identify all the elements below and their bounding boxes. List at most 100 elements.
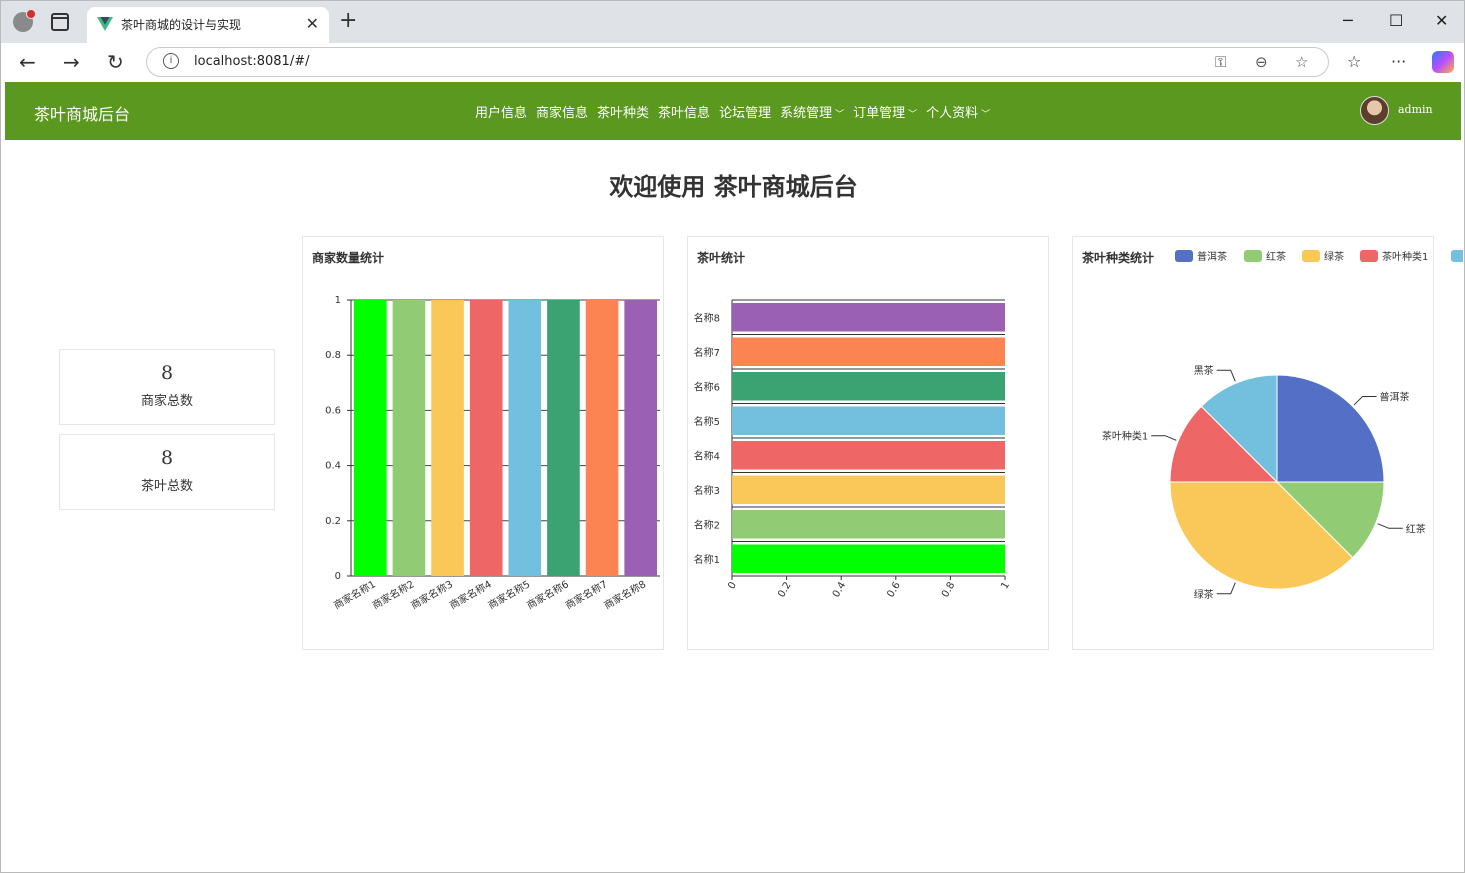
x-tick-label: 商家名称2: [370, 577, 417, 611]
bar: [354, 300, 387, 576]
bar: [624, 300, 657, 576]
back-icon[interactable]: ←: [19, 50, 36, 74]
minimize-icon[interactable]: ─: [1343, 11, 1353, 30]
nav-item-tea-categories[interactable]: 茶叶种类: [597, 102, 649, 121]
legend-label: 茶叶种类1: [1382, 250, 1428, 263]
bar: [469, 300, 503, 576]
new-tab-icon[interactable]: +: [339, 10, 357, 32]
profile-icon[interactable]: [13, 9, 36, 32]
nav-item-label: 订单管理: [853, 106, 906, 121]
bar: [508, 300, 542, 576]
y-tick-label: 1: [335, 295, 341, 306]
url-text[interactable]: localhost:8081/#/: [194, 54, 309, 69]
chart-title: 商家数量统计: [312, 251, 385, 265]
nav-item-orders[interactable]: 订单管理 ﹀: [853, 102, 917, 121]
pie-label-line: [1216, 369, 1236, 382]
tab-actions-icon[interactable]: [51, 13, 69, 31]
page-title: 欢迎使用 茶叶商城后台: [609, 173, 858, 201]
bar: [732, 510, 1005, 539]
y-tick-label: 名称7: [694, 346, 720, 359]
bar: [732, 544, 1005, 573]
username[interactable]: admin: [1398, 103, 1433, 116]
bar: [732, 441, 1005, 470]
pie-label-line: [1216, 582, 1236, 595]
x-tick-label: 商家名称6: [524, 577, 571, 611]
title-bar: 茶叶商城的设计与实现 ✕ + ─ ☐ ✕: [1, 1, 1464, 43]
pie-label: 黑茶: [1194, 364, 1214, 377]
nav-item-label: 商家信息: [536, 106, 589, 121]
y-tick-label: 名称8: [694, 311, 720, 324]
bar: [732, 406, 1005, 435]
refresh-icon[interactable]: ↻: [107, 50, 124, 74]
top-nav-menu: 用户信息 商家信息 茶叶种类 茶叶信息 论坛管理 系统管理 ﹀ 订单管理 ﹀ 个人资…: [475, 102, 999, 121]
bar: [732, 337, 1005, 366]
tea-category-chart-panel: 普洱茶红茶绿茶茶叶种类1黑茶普洱茶红茶绿茶茶叶种类1黑茶 茶叶种类统计: [1072, 236, 1463, 650]
x-tick-label: 0.2: [776, 580, 793, 599]
legend-swatch: [1451, 250, 1463, 262]
y-tick-label: 名称4: [694, 449, 720, 462]
stat-value: 8: [160, 447, 174, 469]
nav-item-system[interactable]: 系统管理 ﹀: [780, 102, 844, 121]
x-tick-label: 0: [726, 580, 739, 591]
merchant-count-chart: 00.20.40.60.81商家名称1商家名称2商家名称3商家名称4商家名称5商…: [325, 295, 660, 612]
nav-item-profile[interactable]: 个人资料 ﹀: [926, 102, 990, 121]
pie-label: 红茶: [1406, 522, 1426, 535]
x-tick-label: 商家名称5: [486, 577, 533, 611]
site-info-icon[interactable]: i: [163, 53, 179, 69]
maximize-icon[interactable]: ☐: [1389, 11, 1403, 30]
nav-item-label: 系统管理: [780, 106, 833, 121]
y-tick-label: 名称3: [694, 484, 720, 497]
chevron-down-icon: ﹀: [835, 110, 845, 120]
x-tick-label: 商家名称3: [408, 577, 455, 611]
y-tick-label: 名称6: [694, 380, 720, 393]
nav-item-users[interactable]: 用户信息: [475, 102, 527, 121]
chart-title: 茶叶种类统计: [1082, 251, 1155, 265]
bar: [547, 300, 580, 576]
pie-label-line: [1151, 435, 1177, 441]
close-window-icon[interactable]: ✕: [1435, 11, 1448, 30]
stat-value: 8: [160, 362, 174, 384]
nav-item-merchants[interactable]: 商家信息: [536, 102, 588, 121]
pie-slice: [1276, 374, 1385, 483]
legend-swatch: [1302, 250, 1320, 262]
address-bar[interactable]: i localhost:8081/#/ ⚿ ⊖ ☆: [146, 47, 1329, 77]
legend-swatch: [1244, 250, 1262, 262]
x-tick-label: 商家名称7: [563, 577, 610, 611]
pie-label-line: [1377, 523, 1403, 529]
nav-item-tea-info[interactable]: 茶叶信息: [658, 102, 710, 121]
pie-label-line: [1353, 395, 1377, 406]
legend-label: 绿茶: [1324, 250, 1344, 263]
bar: [431, 300, 464, 576]
legend-swatch: [1175, 250, 1193, 262]
favorite-star-icon[interactable]: ☆: [1295, 53, 1308, 71]
forward-icon[interactable]: →: [63, 50, 80, 74]
x-tick-label: 0.8: [940, 580, 957, 599]
bar: [732, 303, 1005, 332]
zoom-icon[interactable]: ⊖: [1255, 53, 1268, 71]
nav-item-forum[interactable]: 论坛管理: [719, 102, 771, 121]
chevron-down-icon: ﹀: [981, 110, 991, 120]
bar: [585, 300, 619, 576]
browser-tab[interactable]: 茶叶商城的设计与实现 ✕: [87, 7, 329, 43]
more-menu-icon[interactable]: ···: [1391, 52, 1406, 71]
x-tick-label: 商家名称8: [602, 577, 649, 611]
favorites-icon[interactable]: ☆: [1347, 52, 1361, 71]
stat-card-teas: 8 茶叶总数: [59, 434, 275, 510]
key-icon[interactable]: ⚿: [1215, 53, 1226, 71]
brand-title[interactable]: 茶叶商城后台: [34, 101, 130, 125]
y-tick-label: 0.2: [325, 516, 341, 527]
nav-item-label: 茶叶种类: [597, 106, 650, 121]
nav-item-label: 论坛管理: [719, 106, 772, 121]
y-tick-label: 0.4: [325, 461, 341, 472]
stat-label: 商家总数: [140, 394, 193, 409]
legend-label: 普洱茶: [1197, 250, 1227, 263]
bar: [732, 372, 1005, 401]
copilot-icon[interactable]: [1432, 51, 1454, 73]
avatar[interactable]: [1360, 96, 1389, 125]
legend-label: 红茶: [1266, 250, 1286, 263]
chart-title: 茶叶统计: [697, 251, 746, 265]
vue-favicon-icon: [97, 17, 113, 31]
tea-count-chart-panel: 名称1 名称2 名称3 名称4 名称5 名称6 名称7 名称8 0 0.2 0.4 0.6 0.8 1 茶…: [687, 236, 1049, 650]
pie-label: 普洱茶: [1380, 390, 1410, 403]
close-tab-icon[interactable]: ✕: [306, 14, 319, 33]
